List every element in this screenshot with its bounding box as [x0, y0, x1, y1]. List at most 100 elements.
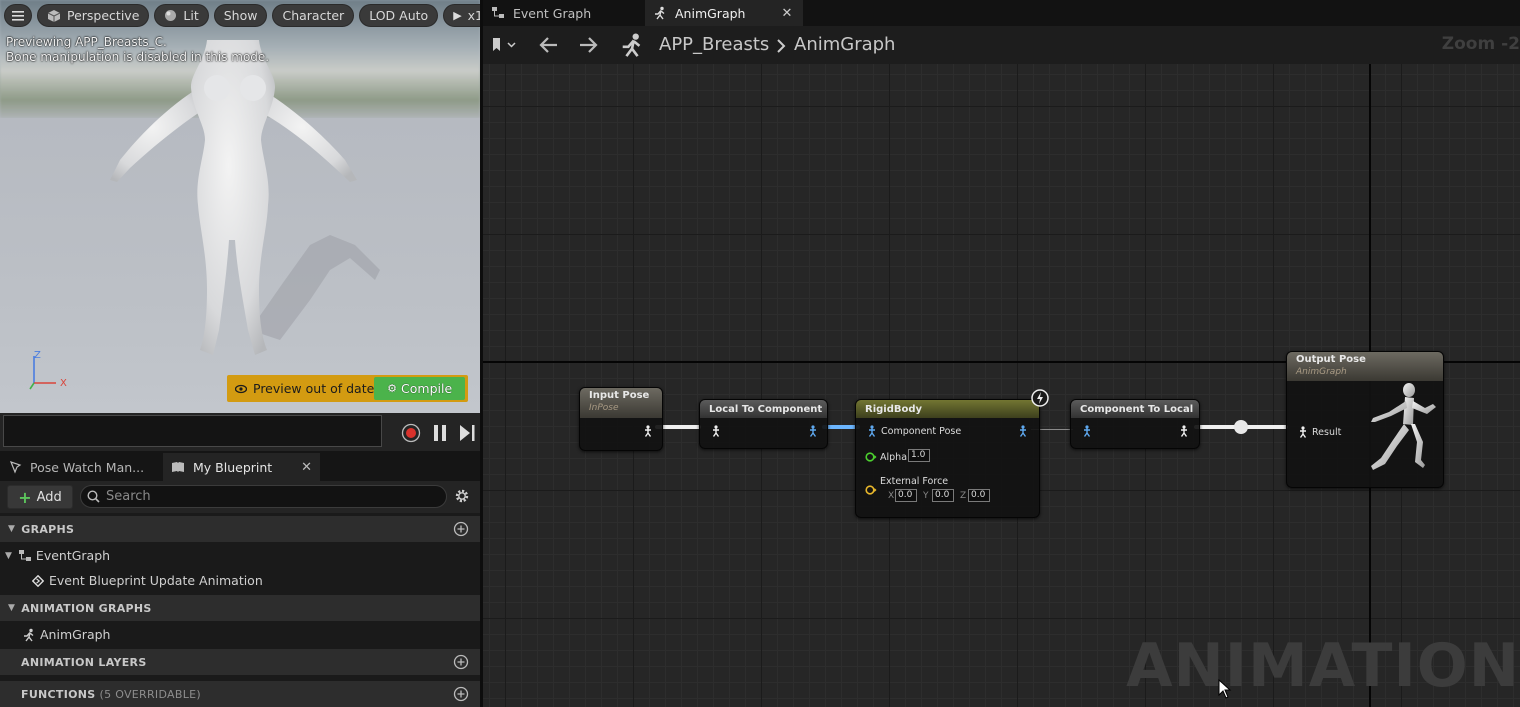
- lod-label: LOD Auto: [369, 8, 429, 23]
- search-icon: [87, 490, 100, 503]
- preview-viewport[interactable]: Perspective Lit Show Character LOD Auto …: [0, 0, 480, 413]
- force-x-label: X: [888, 491, 895, 501]
- node-local-to-component-title: Local To Component: [700, 400, 827, 418]
- component-pose-pin-icon[interactable]: [1081, 425, 1093, 437]
- preview-out-of-date: Preview out of date: [227, 381, 374, 396]
- preview-out-of-date-label: Preview out of date: [253, 381, 375, 396]
- viewport-info: Previewing APP_Breasts_C. Bone manipulat…: [6, 35, 269, 65]
- external-force-pin-icon[interactable]: [865, 484, 877, 496]
- force-z-label: Z: [960, 491, 967, 501]
- node-input-pose-header: Input Pose InPose: [580, 388, 662, 418]
- pose-pin-icon[interactable]: [1297, 426, 1309, 438]
- hamburger-icon: [12, 10, 24, 21]
- component-pose-out-pin-icon[interactable]: [1017, 425, 1029, 437]
- add-function-icon[interactable]: [453, 686, 469, 702]
- pose-pin-icon[interactable]: [1178, 425, 1190, 437]
- step-forward-button[interactable]: [457, 423, 477, 443]
- compile-button[interactable]: ⚙ Compile: [374, 377, 465, 400]
- show-label: Show: [223, 8, 258, 23]
- bone-info-text: Bone manipulation is disabled in this mo…: [6, 50, 270, 64]
- graph-icon: [492, 7, 504, 18]
- tab-pose-watch-label: Pose Watch Man...: [30, 459, 145, 475]
- search-input[interactable]: [106, 489, 426, 504]
- add-button[interactable]: + Add: [7, 485, 73, 509]
- settings-gear-icon[interactable]: [454, 488, 470, 504]
- back-arrow-icon[interactable]: [539, 36, 559, 54]
- perspective-button[interactable]: Perspective: [37, 4, 150, 27]
- pause-button[interactable]: [430, 423, 450, 443]
- alpha-value-field[interactable]: 1.0: [908, 449, 930, 462]
- tab-event-graph-label: Event Graph: [513, 5, 592, 21]
- tree-item-eventgraph[interactable]: ▼ EventGraph: [0, 543, 480, 568]
- node-component-to-local-title: Component To Local: [1071, 400, 1199, 418]
- play-icon: ▶: [453, 9, 462, 22]
- bookmark-icon[interactable]: [491, 37, 517, 53]
- sphere-icon: [165, 10, 177, 21]
- graph-toolbar: [483, 26, 1520, 64]
- my-blueprint-toolbar: + Add: [0, 481, 480, 513]
- tree-item-animgraph[interactable]: AnimGraph: [0, 622, 480, 647]
- node-input-pose[interactable]: Input Pose InPose: [579, 387, 663, 451]
- tab-event-graph[interactable]: Event Graph: [483, 0, 643, 26]
- viewport-toolbar: Perspective Lit Show Character LOD Auto …: [4, 4, 480, 27]
- preview-info-text: Previewing APP_Breasts_C.: [6, 35, 167, 49]
- node-rigid-body[interactable]: RigidBody Component Pose Alpha 1.0 Exter…: [855, 399, 1040, 518]
- force-x-field[interactable]: 0.0: [895, 489, 917, 502]
- component-pose-pin-icon[interactable]: [807, 425, 819, 437]
- tree-item-event-update[interactable]: Event Blueprint Update Animation: [0, 568, 480, 593]
- node-component-to-local[interactable]: Component To Local: [1070, 399, 1200, 449]
- close-icon[interactable]: ✕: [781, 6, 792, 21]
- node-local-to-component[interactable]: Local To Component: [699, 399, 828, 449]
- node-output-pose-subtitle: AnimGraph: [1296, 367, 1347, 377]
- running-figure-icon: [24, 628, 34, 641]
- alpha-pin-icon[interactable]: [865, 451, 877, 463]
- timeline-scrubber[interactable]: [3, 415, 382, 447]
- section-functions[interactable]: FUNCTIONS (5 OVERRIDABLE): [0, 681, 480, 707]
- graph-watermark: ANIMATION: [1126, 631, 1520, 701]
- wire-reroute-knot[interactable]: [1234, 420, 1248, 434]
- close-icon[interactable]: ✕: [301, 460, 312, 475]
- node-output-pose[interactable]: Output Pose AnimGraph Result: [1286, 351, 1444, 488]
- breadcrumb-root[interactable]: APP_Breasts: [659, 34, 769, 55]
- playback-speed-button[interactable]: ▶ x1.0x: [443, 4, 480, 27]
- add-layer-icon[interactable]: [453, 654, 469, 670]
- component-pose-pin-icon[interactable]: [866, 425, 878, 437]
- breadcrumb-current[interactable]: AnimGraph: [794, 34, 895, 55]
- collapse-triangle-icon: ▼: [8, 603, 16, 613]
- left-tabs: Pose Watch Man... My Blueprint ✕: [0, 451, 480, 481]
- pin-alpha-label: Alpha: [880, 452, 908, 463]
- eye-icon: [235, 384, 247, 393]
- pose-watch-icon: [9, 461, 22, 474]
- lit-button[interactable]: Lit: [154, 4, 209, 27]
- book-icon: [172, 462, 184, 472]
- section-animation-layers[interactable]: ANIMATION LAYERS: [0, 649, 480, 675]
- pose-pin-icon[interactable]: [642, 425, 654, 437]
- record-button[interactable]: [401, 423, 421, 443]
- lod-button[interactable]: LOD Auto: [359, 4, 439, 27]
- tab-animgraph[interactable]: AnimGraph ✕: [645, 0, 803, 26]
- section-graphs-label: GRAPHS: [21, 522, 75, 536]
- character-mesh: [110, 40, 380, 355]
- forward-arrow-icon[interactable]: [578, 36, 598, 54]
- pose-pin-icon[interactable]: [710, 425, 722, 437]
- collapse-triangle-icon: ▼: [5, 550, 12, 561]
- output-pose-mannequin-icon: [1371, 383, 1436, 470]
- character-button[interactable]: Character: [272, 4, 355, 27]
- tab-pose-watch-manager[interactable]: Pose Watch Man...: [0, 453, 162, 481]
- plus-icon: +: [18, 487, 32, 507]
- graph-tabs: Event Graph AnimGraph ✕: [483, 0, 1520, 26]
- section-graphs[interactable]: ▼ GRAPHS: [0, 516, 480, 542]
- force-y-field[interactable]: 0.0: [932, 489, 954, 502]
- left-panel: Perspective Lit Show Character LOD Auto …: [0, 0, 480, 707]
- axis-gizmo: Z X: [29, 350, 67, 390]
- force-z-field[interactable]: 0.0: [968, 489, 990, 502]
- section-animation-graphs[interactable]: ▼ ANIMATION GRAPHS: [0, 595, 480, 621]
- show-button[interactable]: Show: [213, 4, 268, 27]
- character-label: Character: [282, 8, 345, 23]
- tab-my-blueprint[interactable]: My Blueprint ✕: [163, 453, 320, 481]
- node-output-pose-header: Output Pose AnimGraph: [1287, 352, 1443, 381]
- node-input-pose-subtitle: InPose: [589, 403, 619, 413]
- viewport-menu-button[interactable]: [4, 4, 32, 27]
- perspective-label: Perspective: [67, 8, 140, 23]
- add-graph-icon[interactable]: [453, 521, 469, 537]
